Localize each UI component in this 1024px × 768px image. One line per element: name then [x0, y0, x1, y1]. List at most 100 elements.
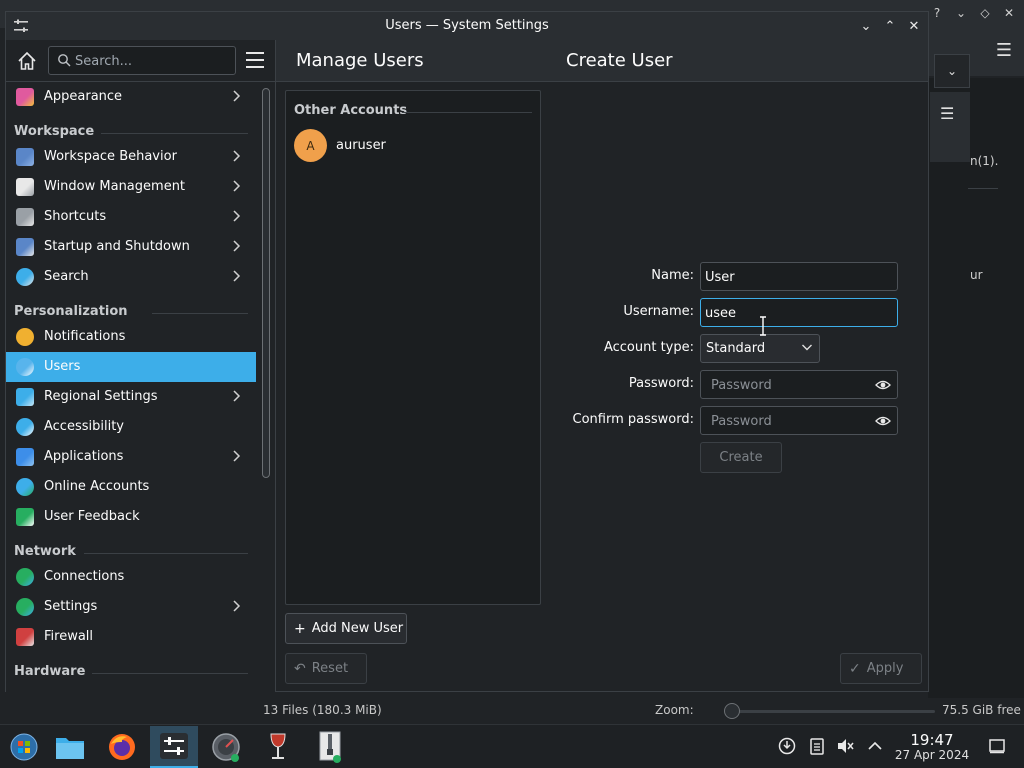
sidebar-item-appearance[interactable]: Appearance — [6, 82, 256, 112]
sidebar-item-label: Settings — [44, 599, 98, 614]
bell-icon — [16, 328, 34, 346]
search-field[interactable] — [48, 46, 236, 75]
confirm-password-label: Confirm password: — [572, 412, 694, 427]
titlebar: Users — System Settings ⌄ ⌃ ✕ — [6, 12, 928, 40]
name-field[interactable] — [700, 262, 898, 291]
keyboard-icon — [16, 208, 34, 226]
username-input[interactable] — [705, 303, 855, 323]
disk-utility-icon[interactable] — [202, 726, 250, 768]
text-cursor-icon — [760, 316, 766, 336]
zoom-slider[interactable] — [730, 710, 935, 713]
sidebar-item-connections[interactable]: Connections — [6, 562, 256, 592]
archive-manager-icon[interactable] — [306, 726, 354, 768]
window-management-icon — [16, 178, 34, 196]
sidebar-scrollbar[interactable] — [262, 88, 270, 478]
account-type-label: Account type: — [603, 340, 694, 355]
sidebar-category-personalization: Personalization — [14, 304, 128, 319]
feedback-icon — [16, 508, 34, 526]
status-bar: 13 Files (180.3 MiB) Zoom: 75.5 GiB free — [0, 698, 1024, 724]
taskbar: 19:47 27 Apr 2024 — [0, 724, 1024, 768]
divider — [92, 673, 248, 674]
chevron-down-icon[interactable]: ⌄ — [934, 54, 970, 88]
sidebar-item-label: Connections — [44, 569, 125, 584]
background-panel — [928, 78, 1024, 698]
chevron-down-icon[interactable]: ⌄ — [952, 4, 970, 22]
chevron-right-icon — [232, 179, 242, 193]
sidebar-item-users[interactable]: Users — [6, 352, 256, 382]
hamburger-menu-icon[interactable] — [246, 52, 264, 68]
sidebar-item-label: Notifications — [44, 329, 126, 344]
show-desktop-icon[interactable] — [988, 737, 1006, 755]
password-label: Password: — [628, 376, 694, 391]
account-type-select[interactable]: Standard — [700, 334, 820, 363]
sidebar-item-startup-and-shutdown[interactable]: Startup and Shutdown — [6, 232, 256, 262]
sidebar-item-label: User Feedback — [44, 509, 140, 524]
volume-muted-icon[interactable] — [836, 737, 854, 755]
name-label: Name: — [651, 268, 694, 283]
password-field[interactable] — [700, 370, 898, 399]
chevron-up-icon[interactable] — [866, 737, 884, 755]
sidebar-item-regional-settings[interactable]: Regional Settings — [6, 382, 256, 412]
sidebar-category-network: Network — [14, 544, 76, 559]
chevron-right-icon — [232, 389, 242, 403]
add-new-user-button[interactable]: + Add New User — [285, 613, 407, 644]
name-input[interactable] — [705, 267, 855, 287]
app-launcher-icon[interactable] — [0, 726, 48, 768]
workspace-behavior-icon — [16, 148, 34, 166]
keep-above-icon[interactable]: ◇ — [976, 4, 994, 22]
system-settings-taskbar-icon[interactable] — [150, 726, 198, 768]
sidebar-item-online-accounts[interactable]: Online Accounts — [6, 472, 256, 502]
applications-icon — [16, 448, 34, 466]
content-area: Manage Users Create User Other Accounts … — [276, 40, 928, 692]
clipboard-icon[interactable] — [808, 737, 826, 755]
sidebar-item-window-management[interactable]: Window Management — [6, 172, 256, 202]
globe-icon — [16, 568, 34, 586]
help-icon[interactable]: ? — [928, 4, 946, 22]
password-input[interactable] — [711, 375, 861, 395]
minimize-icon[interactable]: ⌄ — [856, 16, 876, 36]
system-settings-window: Users — System Settings ⌄ ⌃ ✕ Appearance… — [5, 11, 929, 692]
apply-button[interactable]: ✓ Apply — [840, 653, 922, 684]
username-field[interactable] — [700, 298, 898, 327]
home-icon[interactable] — [16, 50, 38, 72]
sidebar-item-search[interactable]: Search — [6, 262, 256, 292]
chevron-right-icon — [232, 89, 242, 103]
search-input[interactable] — [75, 51, 230, 71]
close-icon[interactable]: ✕ — [904, 16, 924, 36]
confirm-password-field[interactable] — [700, 406, 898, 435]
search-icon — [16, 268, 34, 286]
reset-button[interactable]: ↶ Reset — [285, 653, 367, 684]
close-icon[interactable]: ✕ — [1000, 4, 1018, 22]
update-icon[interactable] — [778, 737, 796, 755]
account-item[interactable]: A auruser — [286, 127, 540, 165]
clock[interactable]: 19:47 27 Apr 2024 — [892, 731, 972, 762]
show-password-icon[interactable] — [875, 414, 891, 428]
menu-icon[interactable]: ☰ — [996, 40, 1012, 61]
maximize-icon[interactable]: ⌃ — [880, 16, 900, 36]
create-button[interactable]: Create — [700, 442, 782, 473]
chevron-right-icon — [232, 599, 242, 613]
confirm-password-input[interactable] — [711, 411, 861, 431]
manage-users-heading: Manage Users — [296, 50, 424, 71]
sidebar-item-label: Applications — [44, 449, 124, 464]
sidebar-item-notifications[interactable]: Notifications — [6, 322, 256, 352]
appearance-icon — [16, 88, 34, 106]
sidebar-item-shortcuts[interactable]: Shortcuts — [6, 202, 256, 232]
zoom-slider-handle[interactable] — [724, 703, 740, 719]
sidebar-item-label: Shortcuts — [44, 209, 107, 224]
wine-icon[interactable] — [254, 726, 302, 768]
menu-icon[interactable]: ☰ — [940, 104, 954, 123]
firefox-icon[interactable] — [98, 726, 146, 768]
chevron-right-icon — [232, 149, 242, 163]
sidebar-item-accessibility[interactable]: Accessibility — [6, 412, 256, 442]
sidebar-item-user-feedback[interactable]: User Feedback — [6, 502, 256, 532]
startup-icon — [16, 238, 34, 256]
sidebar-item-settings[interactable]: Settings — [6, 592, 256, 622]
username-label: Username: — [623, 304, 694, 319]
show-password-icon[interactable] — [875, 378, 891, 392]
sidebar-item-applications[interactable]: Applications — [6, 442, 256, 472]
file-count: 13 Files (180.3 MiB) — [263, 703, 382, 717]
file-manager-icon[interactable] — [46, 726, 94, 768]
sidebar-item-workspace-behavior[interactable]: Workspace Behavior — [6, 142, 256, 172]
sidebar-item-firewall[interactable]: Firewall — [6, 622, 256, 652]
